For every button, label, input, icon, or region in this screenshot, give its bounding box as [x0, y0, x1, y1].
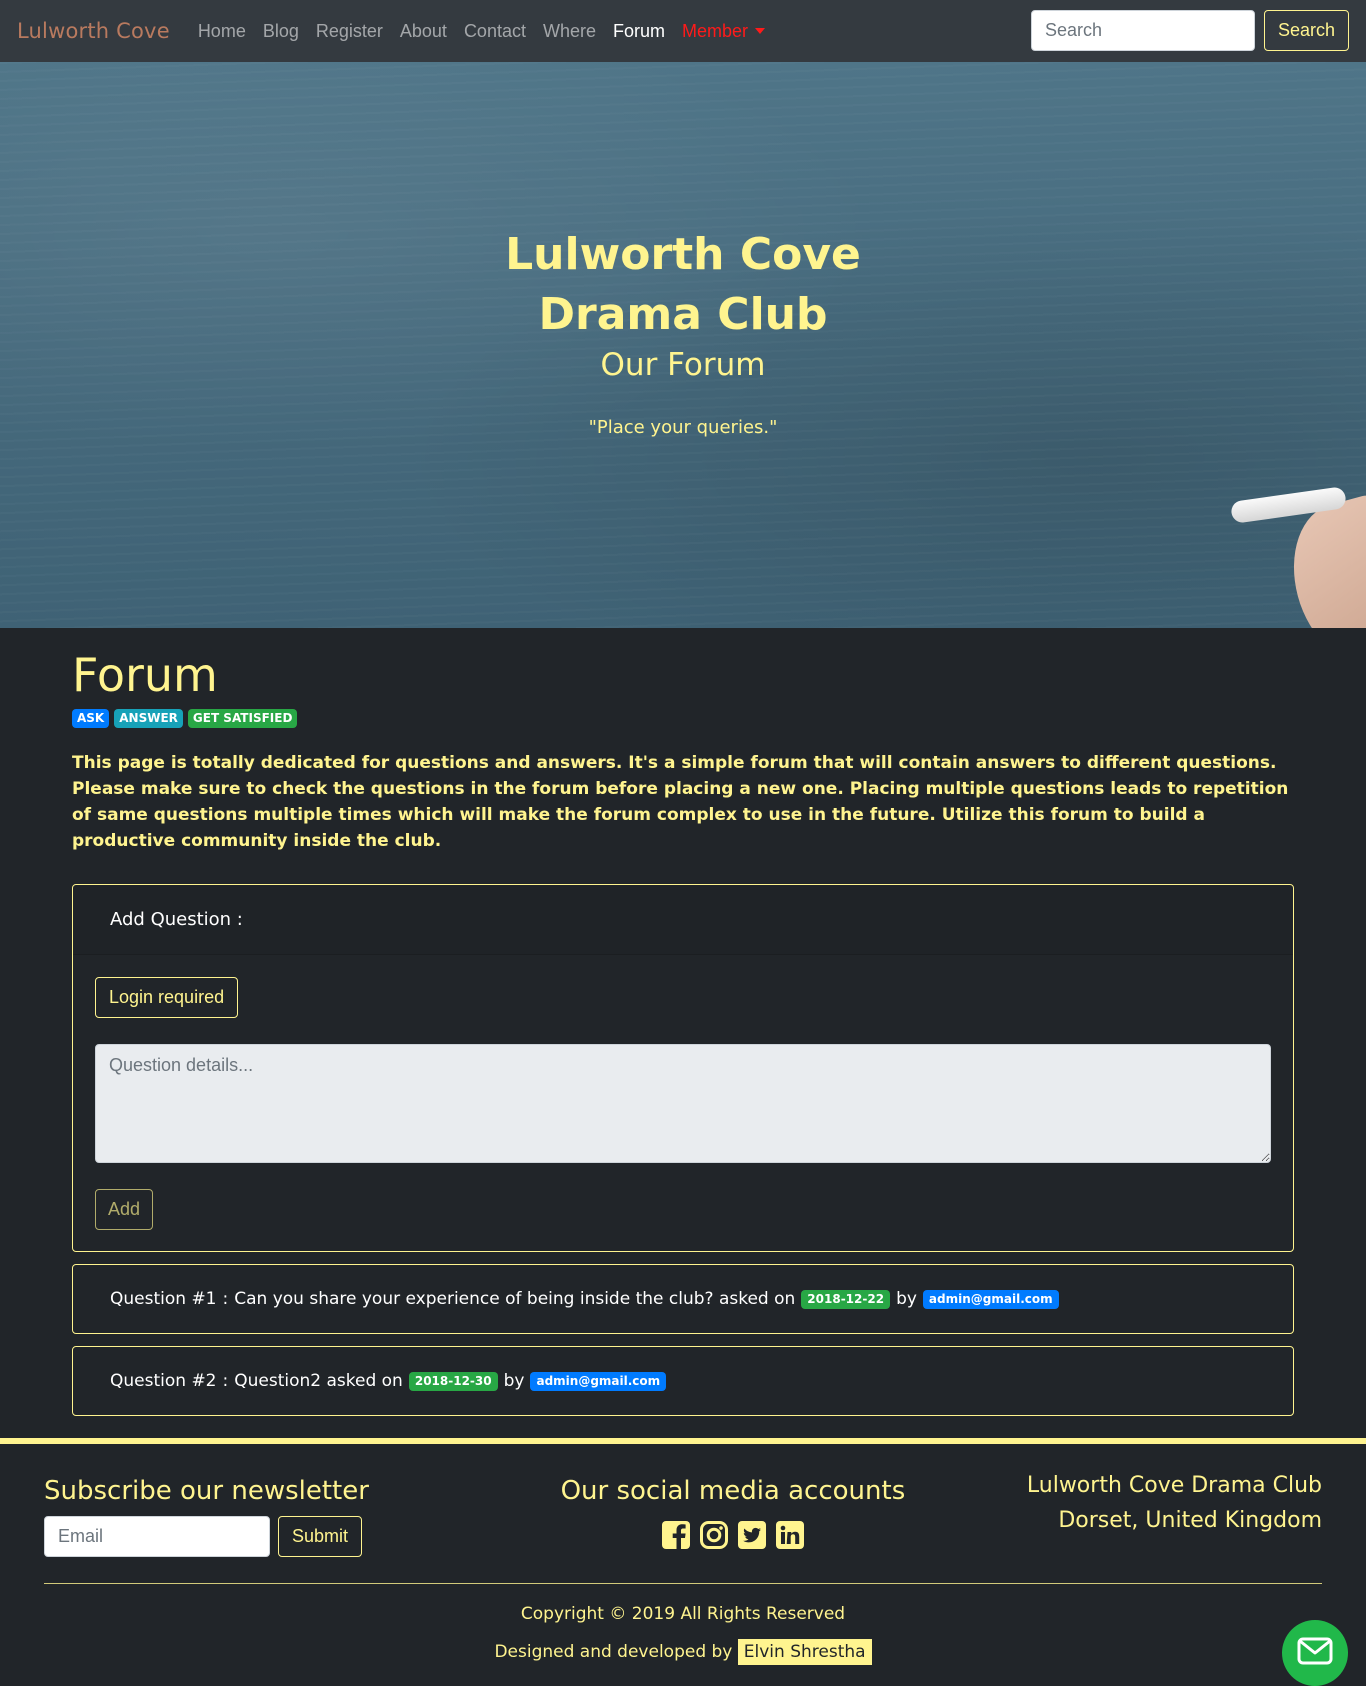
question-author-badge: admin@gmail.com [922, 1289, 1059, 1309]
newsletter-title: Subscribe our newsletter [44, 1476, 369, 1506]
hero-quote: "Place your queries." [588, 417, 778, 438]
question-text: Can you share your experience of being i… [234, 1289, 796, 1309]
question-details-textarea[interactable] [95, 1044, 1271, 1163]
newsletter-section: Subscribe our newsletter Submit [44, 1476, 369, 1557]
hero-title-line1: Lulworth Cove [505, 229, 861, 280]
nav-member-dropdown[interactable]: Member [682, 20, 766, 42]
login-required-button[interactable]: Login required [95, 977, 239, 1018]
nav-home[interactable]: Home [198, 21, 246, 42]
forum-main: Forum ASK ANSWER GET SATISFIED This page… [0, 648, 1366, 1416]
credits-prefix: Designed and developed by [494, 1642, 733, 1662]
nav-links: Home Blog Register About Contact Where F… [198, 21, 782, 42]
address-line2: Dorset, United Kingdom [1058, 1508, 1322, 1533]
question-label: Question #1 [110, 1289, 217, 1309]
mail-icon [1297, 1637, 1333, 1670]
newsletter-form: Submit [44, 1516, 369, 1557]
question-date-badge: 2018-12-22 [801, 1289, 891, 1309]
footer-row: Subscribe our newsletter Submit Our soci… [44, 1473, 1322, 1557]
copyright-text: Copyright © 2019 All Rights Reserved [520, 1604, 846, 1624]
navbar: Lulworth Cove Home Blog Register About C… [0, 0, 1366, 62]
question-separator: : [222, 1289, 229, 1309]
search-input[interactable] [1030, 10, 1255, 51]
nav-member-label: Member [682, 20, 749, 41]
instagram-icon[interactable] [699, 1520, 729, 1550]
question-date-badge: 2018-12-30 [408, 1371, 498, 1391]
search-button[interactable]: Search [1263, 10, 1349, 51]
credits: Designed and developed by Elvin Shrestha [44, 1639, 1322, 1665]
caret-down-icon [755, 28, 766, 34]
nav-contact[interactable]: Contact [464, 21, 526, 42]
submit-button[interactable]: Submit [278, 1516, 363, 1557]
nav-where[interactable]: Where [543, 21, 596, 42]
question-by: by [503, 1371, 525, 1391]
nav-register[interactable]: Register [316, 21, 383, 42]
forum-badges: ASK ANSWER GET SATISFIED [72, 709, 1294, 728]
facebook-icon[interactable] [661, 1520, 691, 1550]
nav-search-form: Search [1030, 10, 1349, 51]
social-title: Our social media accounts [560, 1476, 906, 1506]
add-question-card: Add Question : Login required Add [72, 884, 1294, 1252]
hero-banner: Lulworth Cove Drama Club Our Forum "Plac… [0, 62, 1366, 628]
badge-get-satisfied: GET SATISFIED [187, 709, 298, 728]
question-card[interactable]: Question #1 : Can you share your experie… [72, 1264, 1294, 1334]
mail-fab-button[interactable] [1282, 1620, 1348, 1686]
linkedin-icon[interactable] [775, 1520, 805, 1550]
hero-subtitle: Our Forum [600, 347, 766, 383]
social-section: Our social media accounts [560, 1476, 906, 1550]
question-text: Question2 asked on [234, 1371, 403, 1391]
hero-title: Lulworth Cove Drama Club [0, 62, 1366, 345]
address-line1: Lulworth Cove Drama Club [1026, 1473, 1322, 1498]
twitter-icon[interactable] [737, 1520, 767, 1550]
brand-logo[interactable]: Lulworth Cove [17, 19, 170, 43]
question-separator: : [222, 1371, 229, 1391]
question-label: Question #2 [110, 1371, 217, 1391]
add-question-button[interactable]: Add [95, 1189, 154, 1230]
footer: Subscribe our newsletter Submit Our soci… [0, 1444, 1366, 1686]
badge-ask: ASK [72, 709, 110, 728]
add-question-body: Login required Add [73, 955, 1293, 1251]
question-card[interactable]: Question #2 : Question2 asked on 2018-12… [72, 1346, 1294, 1416]
author-name: Elvin Shrestha [737, 1639, 872, 1665]
social-icons [561, 1520, 906, 1550]
forum-intro: This page is totally dedicated for quest… [72, 753, 1289, 851]
page-title: Forum [72, 648, 218, 702]
question-by: by [896, 1289, 917, 1309]
email-input[interactable] [44, 1516, 270, 1557]
nav-blog[interactable]: Blog [263, 21, 299, 42]
nav-forum[interactable]: Forum [613, 21, 665, 42]
hero-title-line2: Drama Club [538, 289, 828, 340]
nav-about[interactable]: About [400, 21, 447, 42]
question-author-badge: admin@gmail.com [530, 1371, 667, 1391]
add-question-header: Add Question : [73, 885, 1293, 955]
club-address: Lulworth Cove Drama Club Dorset, United … [1027, 1468, 1322, 1538]
footer-divider [44, 1583, 1322, 1584]
badge-answer: ANSWER [114, 709, 183, 728]
